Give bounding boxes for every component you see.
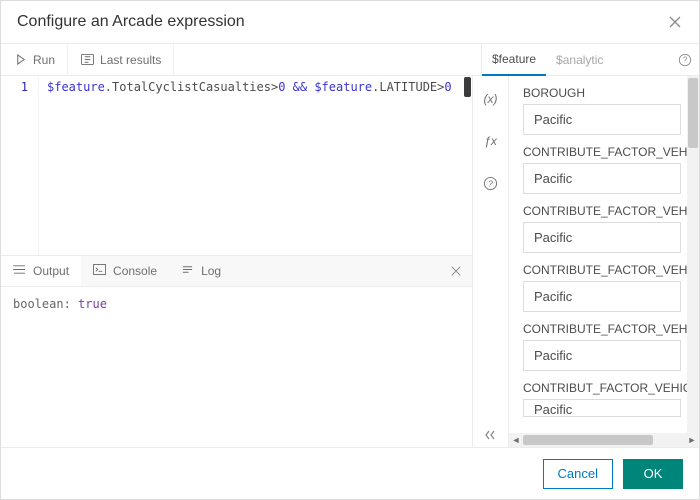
right-column: BOROUGH Pacific CONTRIBUTE_FACTOR_VEHICL… [509,76,699,447]
attribute-row: CONTRIBUT_FACTOR_VEHICLE_ Pacific [523,381,687,417]
variables-button[interactable]: (x) [480,88,502,110]
dialog-header: Configure an Arcade expression [1,1,699,44]
log-icon [181,264,195,278]
tab-console[interactable]: Console [81,256,169,286]
attribute-label: CONTRIBUTE_FACTOR_VEHICLE [523,145,687,159]
tab-output[interactable]: Output [1,256,81,286]
attribute-value[interactable]: Pacific [523,104,681,135]
run-button[interactable]: Run [1,44,68,75]
cancel-button[interactable]: Cancel [543,459,613,489]
output-panel-body: boolean: true [1,287,472,447]
output-type: boolean: [13,297,71,311]
scroll-right-icon[interactable]: ► [685,433,699,447]
attribute-label: CONTRIBUTE_FACTOR_VEHICLE [523,204,687,218]
scrollbar-thumb[interactable] [523,435,653,445]
output-value: true [78,297,107,311]
dialog: Configure an Arcade expression Run Last … [0,0,700,500]
attributes-wrap: BOROUGH Pacific CONTRIBUTE_FACTOR_VEHICL… [509,76,699,433]
tab-feature[interactable]: $feature [482,44,546,76]
log-label: Log [201,264,221,278]
help-button[interactable]: ? [480,172,502,194]
console-label: Console [113,264,157,278]
attributes-horizontal-scrollbar[interactable]: ◄ ► [509,433,699,447]
editor-code[interactable]: $feature.TotalCyclistCasualties>0 && $fe… [39,76,460,255]
collapse-panel-icon[interactable] [485,427,497,447]
dialog-body: 1 $feature.TotalCyclistCasualties>0 && $… [1,76,699,447]
left-column: 1 $feature.TotalCyclistCasualties>0 && $… [1,76,473,447]
toolbar-left: Run Last results [1,44,481,75]
run-label: Run [33,53,55,67]
attribute-value[interactable]: Pacific [523,222,681,253]
attribute-label: CONTRIBUTE_FACTOR_VEHICLE [523,322,687,336]
code-editor[interactable]: 1 $feature.TotalCyclistCasualties>0 && $… [1,76,472,255]
attribute-value[interactable]: Pacific [523,281,681,312]
editor-gutter: 1 [1,76,39,255]
dialog-title: Configure an Arcade expression [17,13,245,31]
play-icon [13,53,27,67]
attribute-value[interactable]: Pacific [523,340,681,371]
attribute-label: BOROUGH [523,86,687,100]
attribute-row: CONTRIBUTE_FACTOR_VEHICLE Pacific [523,145,687,194]
attribute-row: CONTRIBUTE_FACTOR_VEHICLE Pacific [523,204,687,253]
attribute-label: CONTRIBUT_FACTOR_VEHICLE_ [523,381,687,395]
attribute-row: CONTRIBUTE_FACTOR_VEHICLE Pacific [523,263,687,312]
panel-resize-handle[interactable] [1,252,472,256]
line-number: 1 [1,80,28,94]
results-icon [80,53,94,67]
attributes-list[interactable]: BOROUGH Pacific CONTRIBUTE_FACTOR_VEHICL… [509,76,687,433]
svg-text:?: ? [683,55,688,64]
editor-scrollbar[interactable] [464,77,471,97]
output-panel-tabs: Output Console Log [1,255,472,287]
toolbar: Run Last results $feature $analytic ? [1,44,699,76]
dialog-footer: Cancel OK [1,447,699,499]
close-icon[interactable] [667,14,683,30]
attribute-label: CONTRIBUTE_FACTOR_VEHICLE [523,263,687,277]
output-icon [13,264,27,278]
attribute-row: BOROUGH Pacific [523,86,687,135]
attributes-vertical-scrollbar[interactable] [687,76,699,433]
ok-button[interactable]: OK [623,459,683,489]
attribute-row: CONTRIBUTE_FACTOR_VEHICLE Pacific [523,322,687,371]
functions-button[interactable]: ƒx [480,130,502,152]
attribute-value[interactable]: Pacific [523,399,681,417]
console-icon [93,264,107,278]
tab-analytic[interactable]: $analytic [546,44,613,75]
toolbar-right: $feature $analytic ? [481,44,699,75]
scroll-left-icon[interactable]: ◄ [509,433,523,447]
help-icon[interactable]: ? [671,44,699,75]
last-results-label: Last results [100,53,161,67]
last-results-button[interactable]: Last results [68,44,174,75]
attribute-value[interactable]: Pacific [523,163,681,194]
output-label: Output [33,264,69,278]
profile-tabs: $feature $analytic [482,44,671,75]
panel-close-icon[interactable] [440,256,472,286]
scrollbar-thumb[interactable] [688,78,698,148]
middle-toolbar: (x) ƒx ? [473,76,509,447]
tab-log[interactable]: Log [169,256,233,286]
svg-text:?: ? [488,178,493,188]
